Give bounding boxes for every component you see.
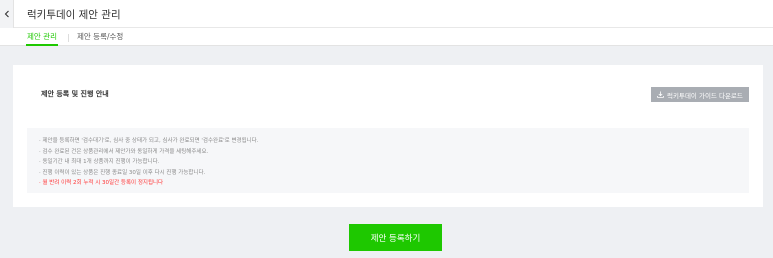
chevron-left-icon [4, 10, 9, 18]
guide-download-label: 럭키투데이 가이드 다운로드 [667, 91, 743, 100]
card-title: 제안 등록 및 진행 안내 [41, 90, 109, 98]
back-button[interactable] [0, 0, 14, 28]
download-icon [657, 91, 664, 98]
tab-proposal-manage[interactable]: 제안 관리 [26, 31, 58, 46]
tab-divider [68, 34, 69, 42]
page-title: 럭키투데이 제안 관리 [27, 9, 121, 21]
notice-item-warning: · 월 반려 이력 2회 누적 시 30일간 등록이 정지됩니다 [39, 180, 164, 186]
submit-proposal-button[interactable]: 제안 등록하기 [349, 224, 442, 251]
notice-box: · 제안을 등록하면 '검수대기'로, 심사 중 상태가 되고, 심사가 완료되… [27, 128, 749, 193]
top-bar: 럭키투데이 제안 관리 [0, 0, 773, 28]
tab-proposal-register[interactable]: 제안 등록/수정 [77, 31, 123, 46]
tab-bar: 제안 관리 제안 등록/수정 [0, 28, 773, 46]
notice-item: · 제안을 등록하면 '검수대기'로, 심사 중 상태가 되고, 심사가 완료되… [39, 138, 259, 144]
notice-item: · 동일기간 내 최대 1개 상품까지 진행이 가능합니다. [39, 159, 160, 165]
notice-item: · 검수 완료된 건은 상품관리에서 제안가와 동일하게 가격을 세팅해주세요. [39, 148, 209, 155]
notice-item: · 진행 이력이 있는 상품은 진행 종료일 30일 이후 다시 진행 가능합니… [39, 169, 206, 176]
proposal-guide-card: 제안 등록 및 진행 안내 럭키투데이 가이드 다운로드 · 제안을 등록하면 … [13, 65, 763, 207]
guide-download-button[interactable]: 럭키투데이 가이드 다운로드 [651, 87, 749, 102]
